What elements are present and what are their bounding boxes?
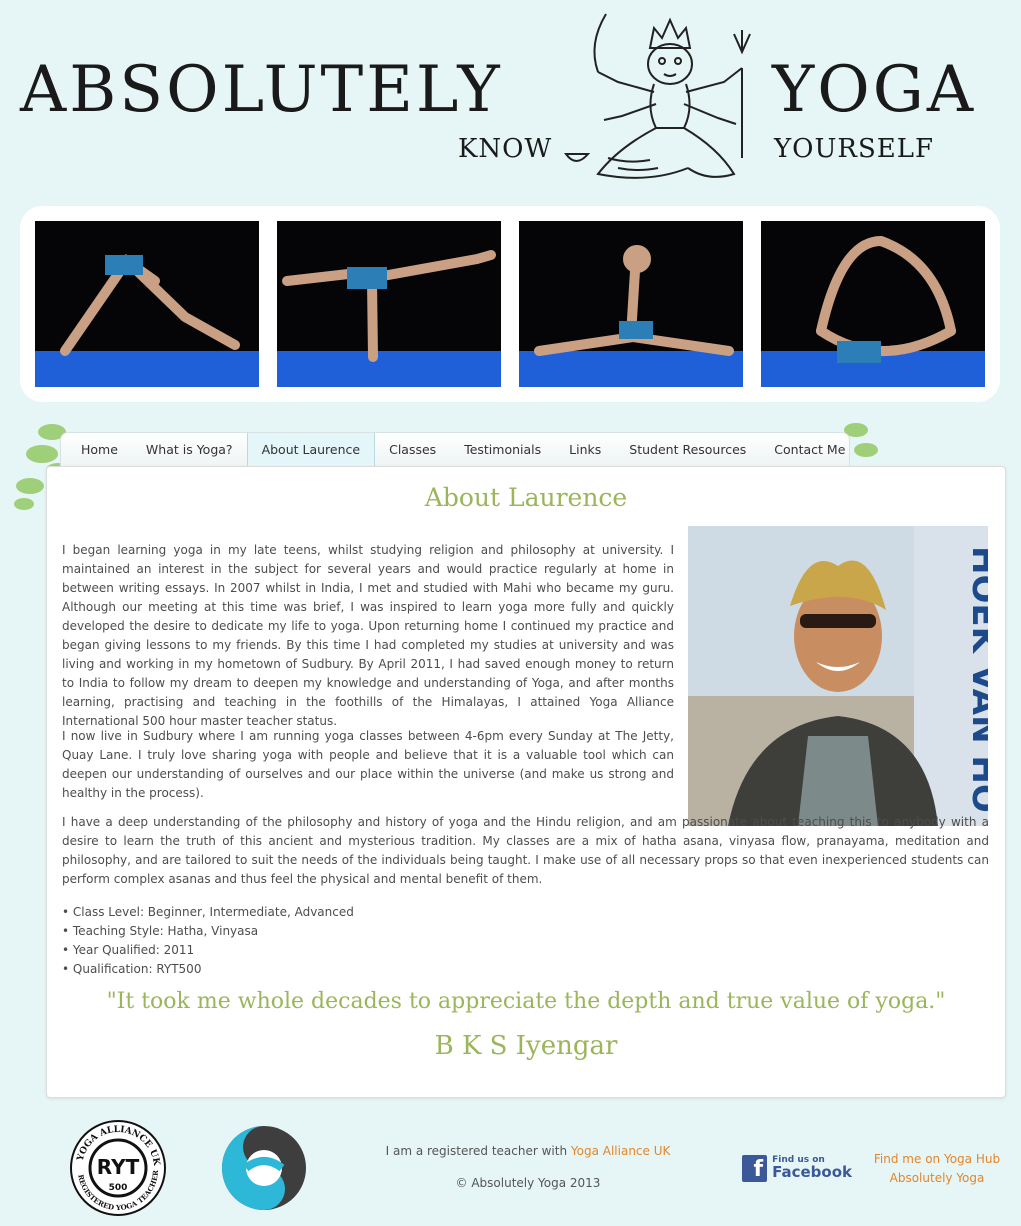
portrait-illustration: HOEK VAN HO [688, 526, 988, 826]
yoga-alliance-badge-icon[interactable]: YOGA ALLIANCE UK REGISTERED YOGA TEACHER… [68, 1118, 168, 1218]
bio-paragraph-2: I now live in Sudbury where I am running… [62, 729, 674, 800]
brand-title-right[interactable]: YOGA [772, 58, 976, 122]
portrait-photo: HOEK VAN HO [688, 526, 988, 826]
fact-teaching-style: • Teaching Style: Hatha, Vinyasa [62, 924, 259, 938]
quote-text: "It took me whole decades to appreciate … [106, 989, 946, 1014]
bio-paragraph-3: I have a deep understanding of the philo… [62, 815, 989, 886]
fact-year-qualified: • Year Qualified: 2011 [62, 943, 195, 957]
tagline-right: YOURSELF [774, 134, 935, 164]
nav-contact-me[interactable]: Contact Me [760, 433, 859, 466]
page-title: About Laurence [424, 483, 628, 512]
bio-paragraph-1: I began learning yoga in my late teens, … [62, 543, 674, 728]
facebook-icon: f [742, 1154, 768, 1182]
nav-links[interactable]: Links [555, 433, 615, 466]
main-content: About Laurence HOEK VAN HO I began learn… [46, 466, 1006, 1098]
site-header: ABSOLUTELY YOGA KNOW YOURSELF [0, 0, 1021, 195]
yoga-alliance-link[interactable]: Yoga Alliance UK [571, 1144, 670, 1158]
main-navigation: Home What is Yoga? About Laurence Classe… [60, 432, 850, 466]
fact-qualification: • Qualification: RYT500 [62, 962, 202, 976]
quote-author: B K S Iyengar [434, 1031, 618, 1061]
nav-home[interactable]: Home [67, 433, 132, 466]
warrior-three-photo [277, 221, 501, 387]
nav-testimonials[interactable]: Testimonials [450, 433, 555, 466]
bow-pose-photo [761, 221, 985, 387]
registration-text: I am a registered teacher with Yoga Alli… [380, 1144, 676, 1158]
tagline-left: KNOW [458, 134, 553, 164]
downward-dog-figure [60, 253, 240, 356]
registration-prefix: I am a registered teacher with [385, 1144, 571, 1158]
badge-center-text: RYT [97, 1155, 140, 1179]
badge-number-text: 500 [109, 1183, 128, 1193]
deity-illustration-icon [564, 13, 751, 179]
warrior-three-figure [282, 250, 496, 362]
brand-title-left[interactable]: ABSOLUTELY [20, 58, 503, 122]
nav-classes[interactable]: Classes [375, 433, 450, 466]
portrait-sign-text: HOEK VAN HO [964, 546, 988, 813]
splits-photo [519, 221, 743, 387]
facebook-link[interactable]: f Find us on Facebook [742, 1153, 852, 1183]
yoga-hub-line-2[interactable]: Absolutely Yoga [866, 1169, 1008, 1188]
nav-what-is-yoga[interactable]: What is Yoga? [132, 433, 247, 466]
splits-figure [534, 245, 734, 356]
nav-student-resources[interactable]: Student Resources [615, 433, 760, 466]
yoga-hub-link[interactable]: Find me on Yoga Hub Absolutely Yoga [866, 1150, 1008, 1188]
yoga-hub-line-1[interactable]: Find me on Yoga Hub [866, 1150, 1008, 1169]
downward-dog-photo [35, 221, 259, 387]
yoga-hub-logo-icon[interactable] [216, 1124, 312, 1212]
photo-banner [20, 206, 1000, 402]
teacher-facts-list: • Class Level: Beginner, Intermediate, A… [62, 903, 354, 979]
copyright-text: © Absolutely Yoga 2013 [455, 1176, 601, 1190]
facebook-big-text: Facebook [772, 1163, 852, 1181]
bow-pose-figure [816, 235, 956, 363]
fact-class-level: • Class Level: Beginner, Intermediate, A… [62, 905, 354, 919]
nav-about-laurence[interactable]: About Laurence [246, 433, 376, 466]
